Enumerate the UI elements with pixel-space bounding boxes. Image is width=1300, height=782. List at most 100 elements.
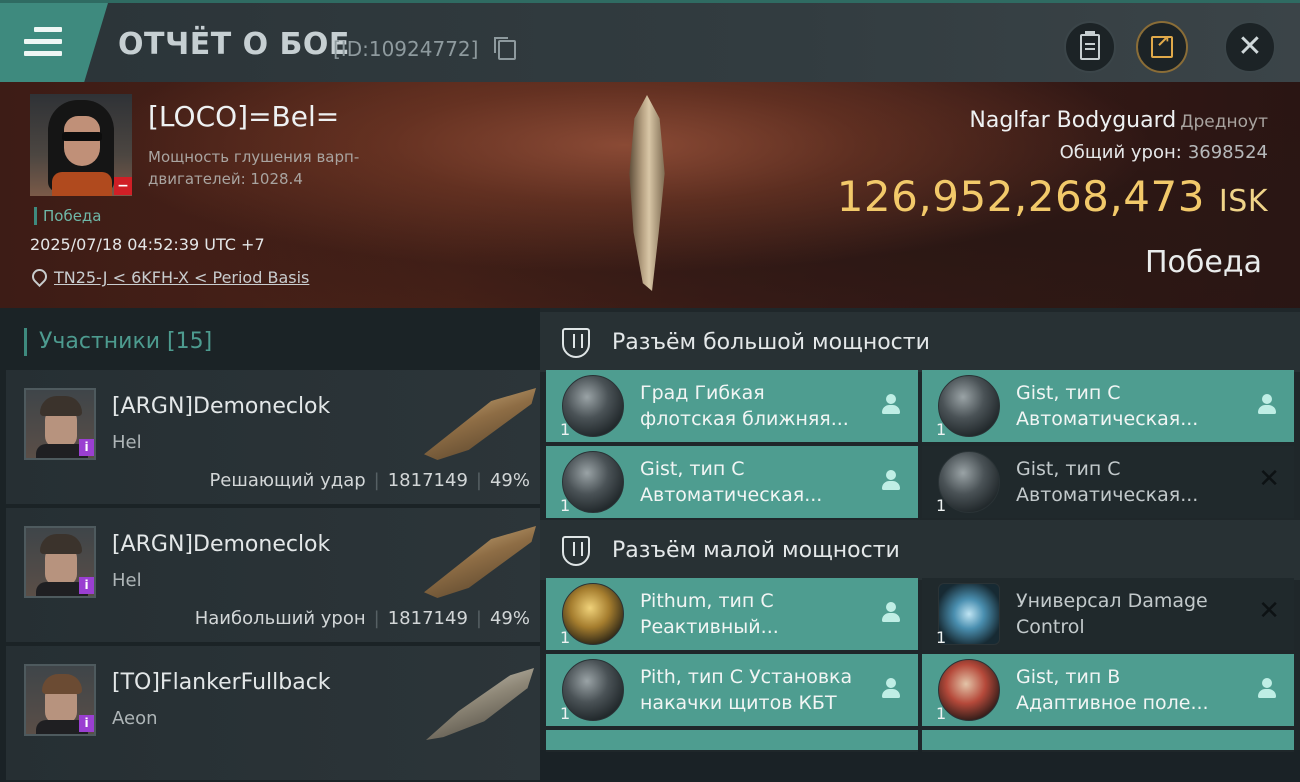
- participant-name: [TO]FlankerFullback: [112, 670, 331, 695]
- participant-percent: 49%: [489, 470, 530, 491]
- corp-badge-icon: i: [79, 715, 94, 732]
- module-desc: Control: [1016, 616, 1085, 638]
- participant-card[interactable]: i [TO]FlankerFullback Aeon: [6, 646, 540, 782]
- module-desc: накачки щитов КБТ: [640, 692, 837, 714]
- module-name: Град Гибкая: [640, 382, 765, 404]
- isk-value: 126,952,268,473 ISK: [837, 172, 1268, 221]
- participant-stats: Решающий удар | 1817149 | 49%: [209, 470, 530, 491]
- module-name: Pithum, тип C: [640, 590, 774, 612]
- module-name: Универсал Damage: [1016, 590, 1208, 612]
- participant-ship-image: [426, 668, 534, 740]
- isk-unit: ISK: [1218, 184, 1268, 219]
- clipboard-button[interactable]: [1064, 21, 1116, 73]
- module-item-partial[interactable]: [922, 730, 1294, 752]
- person-icon: [1258, 394, 1276, 416]
- module-desc: флотская ближняя...: [640, 408, 849, 430]
- module-qty: 1: [936, 420, 947, 439]
- module-item[interactable]: 1 Pith, тип C Установка накачки щитов КБ…: [546, 654, 918, 728]
- copy-icon[interactable]: [494, 37, 516, 60]
- page-title: ОТЧЁТ О БОЕ: [118, 27, 350, 62]
- participant-name: [ARGN]Demoneclok: [112, 532, 331, 557]
- shield-booster-icon: [562, 659, 624, 721]
- battle-result: Победа: [1145, 245, 1262, 280]
- standing-minus-icon: −: [114, 177, 132, 195]
- participants-panel[interactable]: Участники [15] i [ARGN]Demoneclok Hel Ре…: [0, 308, 540, 782]
- participant-role: Наибольший урон: [194, 608, 366, 629]
- person-icon: [1258, 678, 1276, 700]
- module-qty: 1: [560, 496, 571, 515]
- participant-damage: 1817149: [387, 608, 468, 629]
- participant-card[interactable]: i [ARGN]Demoneclok Hel Наибольший урон | 1…: [6, 508, 540, 644]
- location-link[interactable]: TN25-J < 6KFH-X < Period Basis: [54, 268, 309, 287]
- person-icon: [882, 394, 900, 416]
- module-desc: Адаптивное поле...: [1016, 692, 1209, 714]
- person-icon: [882, 602, 900, 624]
- participant-ship: Aeon: [112, 708, 158, 729]
- module-name: Gist, тип C: [640, 458, 745, 480]
- module-desc: Автоматическая...: [640, 484, 823, 506]
- participant-name: [ARGN]Demoneclok: [112, 394, 331, 419]
- participant-card[interactable]: i [ARGN]Demoneclok Hel Решающий удар | 181…: [6, 370, 540, 506]
- module-item[interactable]: 1 Gist, тип C Автоматическая...: [922, 370, 1294, 444]
- share-button[interactable]: [1136, 21, 1188, 73]
- participant-ship: Hel: [112, 432, 142, 453]
- module-qty: 1: [560, 628, 571, 647]
- hamburger-icon: [24, 27, 62, 63]
- module-name: Gist, тип C: [1016, 458, 1121, 480]
- low-slot-title: Разъём малой мощности: [612, 538, 900, 563]
- module-item[interactable]: 1 Pithum, тип C Реактивный...: [546, 578, 918, 652]
- ship-class: Дредноут: [1180, 112, 1268, 132]
- turret-icon: [938, 451, 1000, 513]
- module-item[interactable]: 1 Универсал Damage Control ✕: [922, 578, 1294, 652]
- share-icon: [1151, 32, 1173, 58]
- close-icon: ✕: [1237, 29, 1263, 64]
- total-damage: Общий урон: 3698524: [1060, 142, 1268, 163]
- module-desc: Реактивный...: [640, 616, 779, 638]
- low-slot-header: Разъём малой мощности: [540, 520, 1300, 580]
- module-item[interactable]: 1 Gist, тип C Автоматическая...: [546, 446, 918, 520]
- module-item[interactable]: 1 Град Гибкая флотская ближняя...: [546, 370, 918, 444]
- damage-control-icon: [938, 583, 1000, 645]
- participant-ship-image: [424, 526, 536, 598]
- high-slot-icon: [562, 328, 590, 358]
- high-slot-title: Разъём большой мощности: [612, 330, 930, 355]
- module-desc: Автоматическая...: [1016, 484, 1199, 506]
- close-button[interactable]: ✕: [1224, 21, 1276, 73]
- victim-ship: Naglfar Bodyguard Дредноут: [969, 108, 1268, 133]
- kill-datetime: 2025/07/18 04:52:39 UTC +7: [30, 235, 265, 254]
- adaptive-field-icon: [938, 659, 1000, 721]
- ship-name[interactable]: Naglfar Bodyguard: [969, 108, 1176, 133]
- victim-pilot-name[interactable]: [LOCO]=Bel=: [148, 100, 339, 133]
- participants-header[interactable]: Участники [15]: [24, 328, 212, 356]
- module-qty: 1: [560, 420, 571, 439]
- victim-warp-disrupt-stat: Мощность глушения варп-двигателей: 1028.…: [148, 148, 360, 188]
- total-damage-value: 3698524: [1187, 142, 1268, 163]
- participant-ship-image: [424, 388, 536, 460]
- turret-icon: [938, 375, 1000, 437]
- menu-button[interactable]: [0, 3, 108, 82]
- module-name: Gist, тип C: [1016, 382, 1121, 404]
- module-item[interactable]: 1 Gist, тип B Адаптивное поле...: [922, 654, 1294, 728]
- participant-ship: Hel: [112, 570, 142, 591]
- module-qty: 1: [560, 704, 571, 723]
- module-item-partial[interactable]: [546, 730, 918, 752]
- fitting-panel[interactable]: Разъём большой мощности 1 Град Гибкая фл…: [540, 308, 1300, 752]
- module-qty: 1: [936, 496, 947, 515]
- low-slot-icon: [562, 536, 590, 566]
- person-icon: [882, 678, 900, 700]
- report-id: [ID:10924772]: [333, 37, 479, 61]
- participant-role: Решающий удар: [209, 470, 366, 491]
- destroyed-x-icon: ✕: [1258, 464, 1280, 494]
- module-item[interactable]: 1 Gist, тип C Автоматическая... ✕: [922, 446, 1294, 520]
- module-name: Pith, тип C Установка: [640, 666, 853, 688]
- module-name: Gist, тип B: [1016, 666, 1121, 688]
- participant-percent: 49%: [489, 608, 530, 629]
- module-qty: 1: [936, 704, 947, 723]
- isk-amount: 126,952,268,473: [836, 172, 1205, 221]
- module-desc: Автоматическая...: [1016, 408, 1199, 430]
- destroyed-x-icon: ✕: [1258, 596, 1280, 626]
- shield-module-icon: [562, 583, 624, 645]
- header-bar: ОТЧЁТ О БОЕ [ID:10924772] ✕: [0, 0, 1300, 85]
- clipboard-icon: [1080, 31, 1100, 60]
- person-icon: [882, 470, 900, 492]
